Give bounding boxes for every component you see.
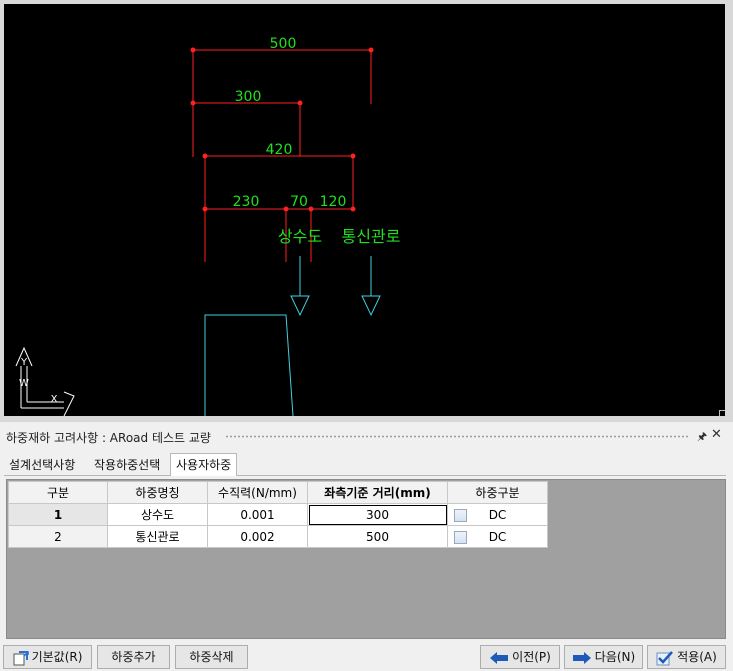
apply-button[interactable]: 적용(A)	[647, 645, 726, 669]
load-type-value: DC	[488, 507, 507, 522]
load-name-cell[interactable]: 통신관로	[107, 525, 208, 548]
panel-header: 하중재하 고려사항 : ARoad 테스트 교량 🖈︎ ✕	[0, 425, 733, 447]
col-header-load-type[interactable]: 하중구분	[447, 481, 548, 504]
dim-label-500: 500	[270, 36, 297, 52]
load-arrow-water-head	[290, 295, 310, 317]
load-type-cell[interactable]: DC	[447, 503, 548, 526]
table-row[interactable]: 1 상수도 0.001 300 DC	[8, 503, 548, 526]
force-cell[interactable]: 0.001	[207, 503, 308, 526]
tab-divider	[4, 475, 726, 476]
table-row[interactable]: 2 통신관로 0.002 500 DC	[8, 525, 548, 548]
panel-title: 하중재하 고려사항 : ARoad 테스트 교량	[6, 431, 211, 445]
prev-button[interactable]: 이전(P)	[480, 645, 560, 669]
col-header-force[interactable]: 수직력(N/mm)	[207, 481, 308, 504]
pin-icon[interactable]: 🖈︎	[697, 428, 707, 447]
dim-label-300: 300	[235, 89, 262, 105]
row-number[interactable]: 1	[8, 503, 108, 526]
distance-cell[interactable]: 500	[307, 525, 448, 548]
load-type-value: DC	[488, 529, 507, 544]
default-icon	[13, 650, 29, 665]
load-type-cell[interactable]: DC	[447, 525, 548, 548]
next-button-label: 다음(N)	[594, 650, 636, 664]
row-number[interactable]: 2	[8, 525, 108, 548]
cad-canvas[interactable]: 500 300 420 230 70 120 상수도 통신관로 Y W X	[4, 4, 725, 416]
default-button[interactable]: 기본값(R)	[3, 645, 92, 669]
load-arrow-telecom-head	[361, 295, 381, 317]
col-header-name[interactable]: 하중명칭	[107, 481, 208, 504]
load-label-water: 상수도	[278, 227, 322, 246]
ucs-x-label: X	[51, 394, 58, 405]
load-name-cell[interactable]: 상수도	[107, 503, 208, 526]
col-header-no[interactable]: 구분	[8, 481, 108, 504]
col-header-distance[interactable]: 좌측기준 거리(mm)	[307, 481, 448, 504]
dim-label-420: 420	[266, 142, 293, 158]
dim-label-70: 70	[290, 194, 308, 210]
cad-viewport-frame: 500 300 420 230 70 120 상수도 통신관로 Y W X	[0, 0, 733, 422]
apply-button-label: 적용(A)	[677, 650, 717, 664]
dim-label-230: 230	[233, 194, 260, 210]
load-type-checkbox[interactable]	[454, 509, 467, 522]
load-label-telecom: 통신관로	[342, 227, 401, 246]
add-load-button[interactable]: 하중추가	[97, 645, 170, 669]
ucs-y-label: Y	[20, 357, 28, 368]
arrow-right-icon	[572, 651, 591, 664]
panel-grip[interactable]	[225, 435, 690, 438]
prev-button-label: 이전(P)	[512, 650, 551, 664]
force-cell[interactable]: 0.002	[207, 525, 308, 548]
tab-design-options[interactable]: 설계선택사항	[4, 455, 81, 475]
table-header-row: 구분 하중명칭 수직력(N/mm) 좌측기준 거리(mm) 하중구분	[8, 481, 548, 504]
delete-load-button[interactable]: 하중삭제	[175, 645, 248, 669]
dim-label-120: 120	[320, 194, 347, 210]
tab-applied-loads[interactable]: 작용하중선택	[89, 455, 166, 475]
tab-user-loads[interactable]: 사용자하중	[170, 453, 238, 476]
next-button[interactable]: 다음(N)	[564, 645, 643, 669]
default-button-label: 기본값(R)	[31, 650, 83, 664]
ucs-w-label: W	[19, 378, 29, 389]
cad-drawing: 500 300 420 230 70 120 상수도 통신관로 Y W X	[15, 36, 401, 416]
load-table: 구분 하중명칭 수직력(N/mm) 좌측기준 거리(mm) 하중구분 1 상수도…	[8, 481, 548, 548]
resize-grip[interactable]	[719, 410, 725, 416]
structure-outline	[204, 314, 294, 416]
arrow-left-icon	[490, 651, 509, 664]
distance-cell[interactable]: 300	[307, 503, 448, 526]
user-load-grid: 구분 하중명칭 수직력(N/mm) 좌측기준 거리(mm) 하중구분 1 상수도…	[6, 479, 726, 639]
check-icon	[656, 650, 674, 665]
load-type-checkbox[interactable]	[454, 531, 467, 544]
close-icon[interactable]: ✕	[711, 427, 722, 442]
